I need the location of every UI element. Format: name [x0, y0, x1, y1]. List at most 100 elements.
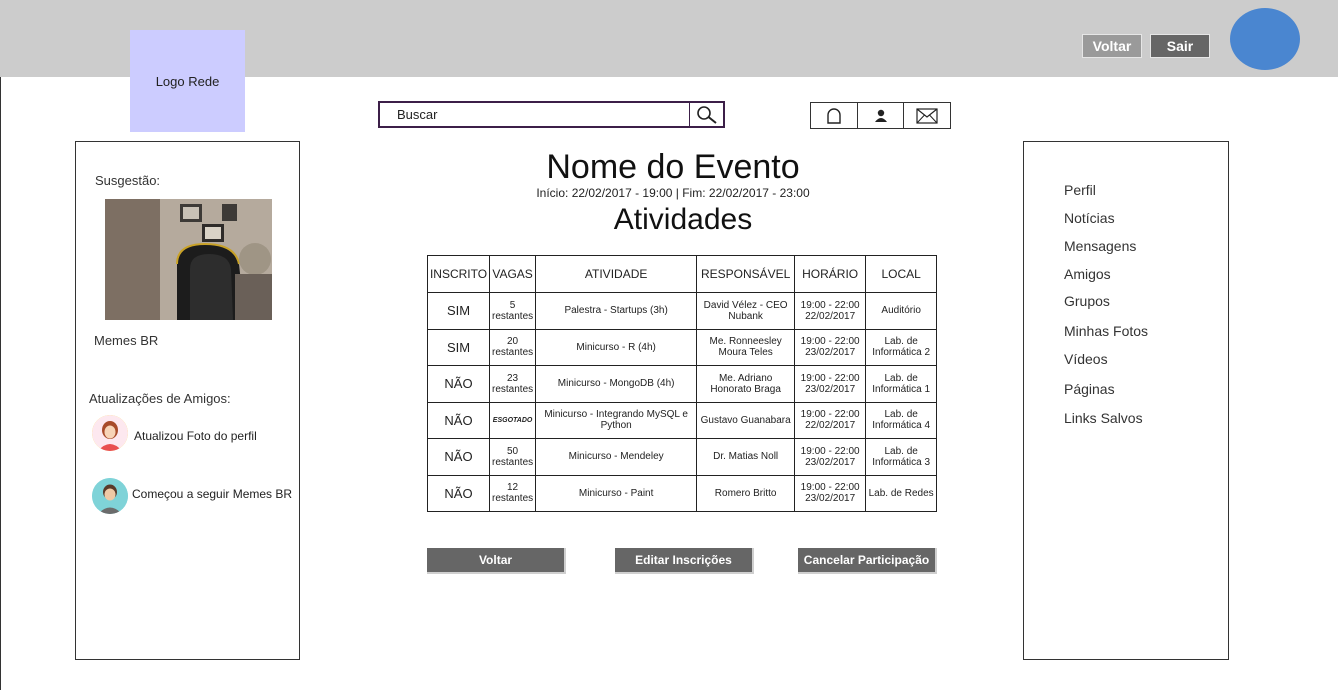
vagas-cell: 12 restantes [488, 474, 537, 512]
cancel-participation-button[interactable]: Cancelar Participação [798, 548, 937, 574]
horario-cell: 19:00 - 22:00 23/02/2017 [794, 438, 867, 476]
right-sidebar-menu: Perfil Notícias Mensagens Amigos Grupos … [1023, 141, 1229, 660]
responsavel-cell: Gustavo Guanabara [696, 401, 796, 439]
responsavel-cell: Me. Adriano Honorato Braga [696, 365, 796, 403]
inscrito-cell[interactable]: NÃO [427, 438, 490, 476]
messages-button[interactable] [903, 103, 950, 128]
horario-hours: 19:00 - 22:00 [800, 409, 860, 421]
header-icon-group [810, 102, 951, 129]
col-atividade: ATIVIDADE [535, 255, 698, 293]
horario-hours: 19:00 - 22:00 [800, 336, 860, 348]
local-cell: Lab. de Informática 3 [865, 438, 938, 476]
local-cell: Lab. de Informática 2 [865, 328, 938, 366]
menu-item-videos[interactable]: Vídeos [1064, 351, 1108, 367]
horario-date: 22/02/2017 [805, 310, 856, 322]
search-bar[interactable]: Buscar [378, 101, 725, 128]
friend-updates-label: Atualizações de Amigos: [89, 391, 231, 406]
horario-cell: 19:00 - 22:00 22/02/2017 [794, 401, 867, 439]
horario-date: 23/02/2017 [805, 456, 856, 468]
table-row[interactable]: NÃO 23 restantes Minicurso - MongoDB (4h)… [427, 365, 938, 403]
table-row[interactable]: NÃO 50 restantes Minicurso - Mendeley Dr.… [427, 438, 938, 476]
atividade-cell: Minicurso - Integrando MySQL e Python [535, 401, 698, 439]
menu-item-perfil[interactable]: Perfil [1064, 182, 1096, 198]
table-row[interactable]: SIM 20 restantes Minicurso - R (4h) Me. R… [427, 328, 938, 366]
friend-update-text: Começou a seguir Memes BR [132, 487, 293, 501]
atividade-cell: Minicurso - R (4h) [535, 328, 698, 366]
menu-item-grupos[interactable]: Grupos [1064, 293, 1110, 309]
search-button[interactable] [689, 103, 723, 126]
col-local: LOCAL [865, 255, 938, 293]
vagas-number: 12 [507, 482, 519, 494]
local-cell: Lab. de Redes [865, 474, 938, 512]
vagas-text: restantes [492, 456, 534, 468]
menu-item-paginas[interactable]: Páginas [1064, 381, 1115, 397]
friend-avatar[interactable] [92, 415, 128, 451]
inscrito-cell[interactable]: NÃO [427, 401, 490, 439]
vagas-cell: 5 restantes [488, 292, 537, 330]
horario-cell: 19:00 - 22:00 22/02/2017 [794, 292, 867, 330]
header-voltar-button[interactable]: Voltar [1082, 34, 1142, 58]
table-row[interactable]: NÃO ESGOTADO Minicurso - Integrando MySQ… [427, 401, 938, 439]
horario-date: 23/02/2017 [805, 347, 856, 359]
vagas-text: restantes [492, 493, 534, 505]
vagas-number: 20 [507, 336, 519, 348]
user-avatar[interactable] [1230, 8, 1300, 70]
friend-update-text: Atualizou Foto do perfil [134, 429, 257, 443]
local-cell: Lab. de Informática 4 [865, 401, 938, 439]
vagas-text: restantes [492, 347, 534, 359]
logo[interactable]: Logo Rede [130, 30, 245, 132]
col-vagas: VAGAS [488, 255, 537, 293]
inscrito-cell[interactable]: SIM [427, 292, 490, 330]
search-icon [696, 105, 717, 124]
horario-cell: 19:00 - 22:00 23/02/2017 [794, 365, 867, 403]
friend-avatar[interactable] [92, 478, 128, 514]
atividade-cell: Minicurso - Paint [535, 474, 698, 512]
vagas-number: 5 [509, 299, 516, 311]
male-avatar-icon [92, 478, 128, 514]
horario-date: 22/02/2017 [805, 420, 856, 432]
atividade-cell: Minicurso - Mendeley [535, 438, 698, 476]
female-avatar-icon [92, 415, 128, 451]
horario-hours: 19:00 - 22:00 [800, 445, 860, 457]
profile-button[interactable] [856, 103, 904, 128]
logout-button[interactable]: Sair [1150, 34, 1210, 58]
horario-cell: 19:00 - 22:00 23/02/2017 [794, 328, 867, 366]
vagas-number: 50 [507, 445, 519, 457]
suggestion-name[interactable]: Memes BR [94, 333, 158, 348]
horario-date: 23/02/2017 [805, 493, 856, 505]
vagas-text: restantes [492, 310, 534, 322]
atividade-cell: Palestra - Startups (3h) [535, 292, 698, 330]
horario-cell: 19:00 - 22:00 23/02/2017 [794, 474, 867, 512]
table-row[interactable]: SIM 5 restantes Palestra - Startups (3h) … [427, 292, 938, 330]
menu-item-amigos[interactable]: Amigos [1064, 266, 1111, 282]
vagas-cell: 50 restantes [488, 438, 537, 476]
menu-item-noticias[interactable]: Notícias [1064, 210, 1115, 226]
atividade-cell: Minicurso - MongoDB (4h) [535, 365, 698, 403]
bell-icon [827, 107, 841, 124]
col-inscrito: INSCRITO [427, 255, 490, 293]
table-header-row: INSCRITO VAGAS ATIVIDADE RESPONSÁVEL HOR… [427, 255, 938, 293]
responsavel-cell: David Vélez - CEO Nubank [696, 292, 796, 330]
vagas-cell-sold-out: ESGOTADO [488, 401, 537, 439]
vagas-text: restantes [492, 383, 534, 395]
local-cell: Auditório [865, 292, 938, 330]
logo-text: Logo Rede [155, 74, 220, 89]
menu-item-minhas-fotos[interactable]: Minhas Fotos [1064, 323, 1148, 339]
menu-item-mensagens[interactable]: Mensagens [1064, 238, 1136, 254]
search-input[interactable]: Buscar [380, 107, 689, 122]
edit-registrations-button[interactable]: Editar Inscrições [615, 548, 754, 574]
col-responsavel: RESPONSÁVEL [696, 255, 796, 293]
vagas-cell: 23 restantes [488, 365, 537, 403]
responsavel-cell: Dr. Matias Noll [696, 438, 796, 476]
mail-icon [916, 107, 938, 124]
inscrito-cell[interactable]: NÃO [427, 474, 490, 512]
col-horario: HORÁRIO [794, 255, 867, 293]
voltar-button[interactable]: Voltar [427, 548, 566, 574]
vagas-number: 23 [507, 372, 519, 384]
activities-table: INSCRITO VAGAS ATIVIDADE RESPONSÁVEL HOR… [427, 255, 938, 512]
menu-item-links-salvos[interactable]: Links Salvos [1064, 410, 1143, 426]
inscrito-cell[interactable]: NÃO [427, 365, 490, 403]
table-row[interactable]: NÃO 12 restantes Minicurso - Paint Romero… [427, 474, 938, 512]
notifications-button[interactable] [811, 103, 857, 128]
inscrito-cell[interactable]: SIM [427, 328, 490, 366]
